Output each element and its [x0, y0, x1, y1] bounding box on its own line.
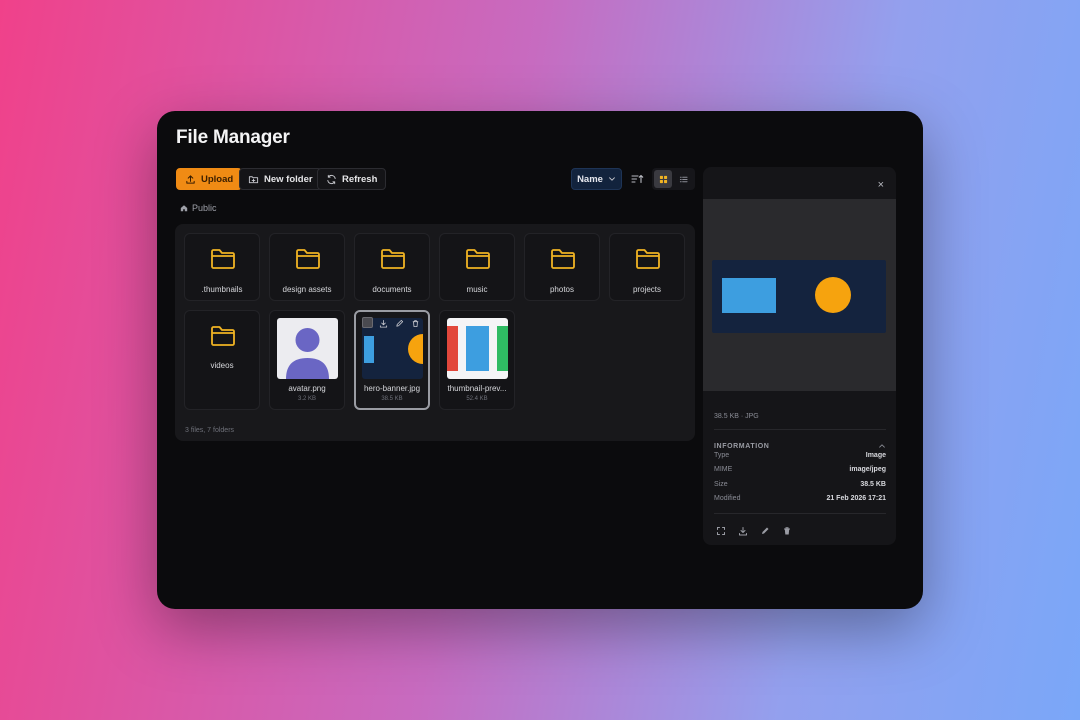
select-checkbox[interactable]: [362, 317, 373, 328]
folder-name: documents: [372, 285, 412, 294]
folder-name: projects: [632, 285, 661, 294]
fullscreen-icon: [717, 526, 725, 535]
file-name: avatar.png: [288, 384, 326, 393]
items-summary: 3 files, 7 folders: [185, 427, 235, 434]
folder-tile[interactable]: .thumbnails: [184, 233, 260, 301]
list-icon: [679, 176, 688, 182]
refresh-label: Refresh: [342, 173, 378, 185]
folder-name: design assets: [282, 285, 332, 294]
file-tile[interactable]: avatar.png 3.2 KB: [269, 310, 345, 410]
folder-icon: [381, 249, 405, 269]
grid-view-button[interactable]: [654, 170, 672, 188]
folder-name: videos: [210, 361, 234, 370]
upload-button[interactable]: Upload: [176, 168, 243, 190]
folder-name: photos: [549, 285, 575, 294]
preview-image: [712, 260, 886, 333]
folder-icon: [636, 249, 660, 269]
edit-icon: [762, 527, 769, 534]
breadcrumb: Public: [180, 203, 217, 213]
file-quick-actions: [356, 312, 428, 334]
info-key: Size: [714, 481, 728, 488]
info-key: MIME: [714, 466, 733, 473]
folder-name: .thumbnails: [201, 285, 243, 294]
upload-label: Upload: [201, 173, 234, 185]
folder-tile[interactable]: videos: [184, 310, 260, 410]
close-icon[interactable]: ×: [878, 179, 884, 191]
trash-icon: [784, 526, 790, 534]
preview-panel: × 38.5 KB · JPG INFORMATION Type Image M…: [703, 167, 896, 545]
info-row-size: Size 38.5 KB: [714, 481, 886, 488]
refresh-button[interactable]: Refresh: [317, 168, 387, 190]
folder-tile[interactable]: documents: [354, 233, 430, 301]
information-section-toggle[interactable]: INFORMATION: [714, 429, 886, 450]
download-icon: [739, 526, 747, 535]
grid-icon: [659, 175, 667, 183]
folder-icon: [211, 249, 235, 269]
hero-banner-preview: [722, 277, 851, 313]
info-value: 38.5 KB: [860, 481, 886, 488]
list-view-button[interactable]: [674, 170, 692, 188]
info-value: image/jpeg: [849, 466, 886, 473]
chevron-up-icon: [879, 444, 885, 448]
sort-select-value: Name: [577, 173, 603, 185]
fullscreen-button[interactable]: [716, 526, 726, 536]
folder-icon: [551, 249, 575, 269]
home-icon: [180, 205, 188, 212]
rename-button[interactable]: [760, 526, 770, 536]
folder-plus-icon: [248, 175, 259, 183]
edit-icon[interactable]: [395, 319, 404, 328]
folder-tile[interactable]: design assets: [269, 233, 345, 301]
file-tile[interactable]: thumbnail-prev... 52.4 KB: [439, 310, 515, 410]
file-grid: .thumbnails design assets documents musi…: [175, 224, 695, 441]
sort-ascending-icon: [631, 174, 644, 184]
refresh-icon: [327, 174, 336, 184]
folder-icon: [466, 249, 490, 269]
trash-icon[interactable]: [411, 319, 420, 328]
info-row-modified: Modified 21 Feb 2026 17:21: [714, 495, 886, 502]
download-icon[interactable]: [379, 319, 388, 328]
sort-select[interactable]: Name: [571, 168, 622, 190]
page-title: File Manager: [176, 127, 290, 148]
avatar-image: [286, 328, 329, 379]
file-manager-window: File Manager Upload New folder Refresh N…: [157, 111, 923, 609]
folder-tile[interactable]: photos: [524, 233, 600, 301]
file-name: hero-banner.jpg: [363, 384, 421, 393]
info-row-mime: MIME image/jpeg: [714, 466, 886, 473]
thumbnail-preview-image: [447, 326, 508, 371]
file-name: thumbnail-prev...: [447, 384, 507, 393]
thumbnail-preview-thumbnail: [447, 318, 508, 379]
file-size: 52.4 KB: [466, 396, 488, 402]
new-folder-button[interactable]: New folder: [239, 168, 322, 190]
view-mode-toggle: [652, 168, 695, 190]
preview-area: [703, 199, 896, 391]
info-value: Image: [865, 452, 886, 459]
file-size: 38.5 KB: [381, 396, 403, 402]
file-tile-selected[interactable]: hero-banner.jpg 38.5 KB: [354, 310, 430, 410]
information-title: INFORMATION: [714, 443, 770, 450]
delete-button[interactable]: [782, 526, 792, 536]
chevron-down-icon: [609, 177, 615, 181]
info-key: Type: [714, 452, 730, 459]
folder-tile[interactable]: music: [439, 233, 515, 301]
folder-tile[interactable]: projects: [609, 233, 685, 301]
info-row-type: Type Image: [714, 452, 886, 459]
avatar-thumbnail: [277, 318, 338, 379]
file-size: 3.2 KB: [297, 396, 316, 402]
preview-meta: 38.5 KB · JPG: [714, 413, 759, 420]
breadcrumb-root[interactable]: Public: [192, 203, 217, 213]
folder-icon: [296, 249, 320, 269]
upload-icon: [186, 174, 195, 184]
info-key: Modified: [714, 495, 741, 502]
new-folder-label: New folder: [264, 173, 313, 185]
info-value: 21 Feb 2026 17:21: [826, 495, 886, 502]
folder-name: music: [466, 285, 488, 294]
sort-direction-button[interactable]: [629, 171, 645, 187]
download-button[interactable]: [738, 526, 748, 536]
folder-icon: [211, 326, 235, 346]
preview-actions: [714, 513, 886, 543]
